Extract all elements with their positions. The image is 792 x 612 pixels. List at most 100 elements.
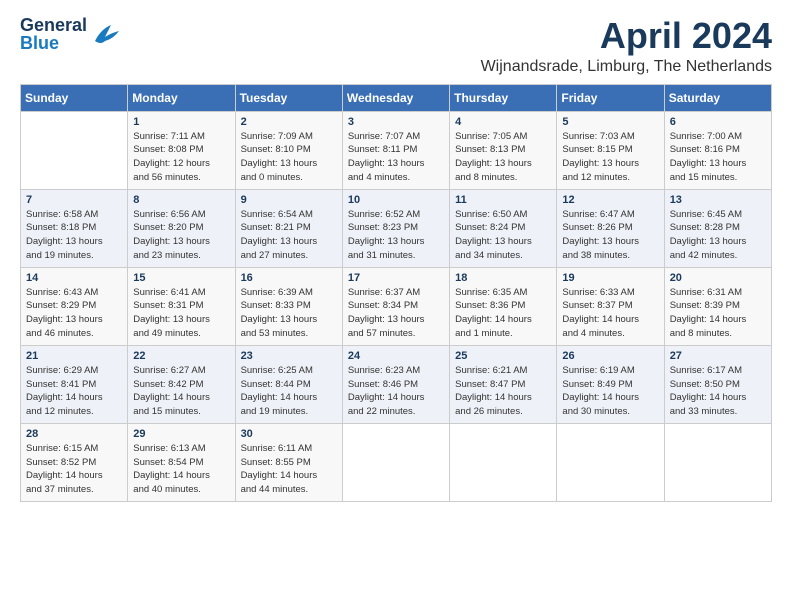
- day-info: Sunrise: 6:35 AMSunset: 8:36 PMDaylight:…: [455, 286, 551, 341]
- day-number: 16: [241, 272, 337, 284]
- day-number: 15: [133, 272, 229, 284]
- day-number: 9: [241, 194, 337, 206]
- day-number: 1: [133, 116, 229, 128]
- calendar-cell: 13 Sunrise: 6:45 AMSunset: 8:28 PMDayligh…: [664, 189, 771, 267]
- day-number: 26: [562, 350, 658, 362]
- day-number: 29: [133, 428, 229, 440]
- day-info: Sunrise: 6:41 AMSunset: 8:31 PMDaylight:…: [133, 286, 229, 341]
- weekday-header-thursday: Thursday: [450, 84, 557, 111]
- day-info: Sunrise: 7:03 AMSunset: 8:15 PMDaylight:…: [562, 130, 658, 185]
- day-number: 4: [455, 116, 551, 128]
- day-info: Sunrise: 6:50 AMSunset: 8:24 PMDaylight:…: [455, 208, 551, 263]
- calendar-week-row: 14Sunrise: 6:43 AMSunset: 8:29 PMDayligh…: [21, 267, 772, 345]
- day-info: Sunrise: 6:25 AMSunset: 8:44 PMDaylight:…: [241, 364, 337, 419]
- calendar-cell: 19Sunrise: 6:33 AMSunset: 8:37 PMDayligh…: [557, 267, 664, 345]
- calendar-cell: 30Sunrise: 6:11 AMSunset: 8:55 PMDayligh…: [235, 423, 342, 501]
- day-number: 23: [241, 350, 337, 362]
- day-info: Sunrise: 6:27 AMSunset: 8:42 PMDaylight:…: [133, 364, 229, 419]
- day-info: Sunrise: 6:19 AMSunset: 8:49 PMDaylight:…: [562, 364, 658, 419]
- day-number: 20: [670, 272, 766, 284]
- day-number: 13: [670, 194, 766, 206]
- day-number: 17: [348, 272, 444, 284]
- calendar-week-row: 21Sunrise: 6:29 AMSunset: 8:41 PMDayligh…: [21, 345, 772, 423]
- calendar-cell: 29 Sunrise: 6:13 AMSunset: 8:54 PMDayligh…: [128, 423, 235, 501]
- day-info: Sunrise: 7:00 AMSunset: 8:16 PMDaylight:…: [670, 130, 766, 185]
- logo-blue: Blue: [20, 34, 87, 52]
- day-number: 14: [26, 272, 122, 284]
- day-number: 27: [670, 350, 766, 362]
- calendar-cell: 10 Sunrise: 6:52 AMSunset: 8:23 PMDayligh…: [342, 189, 449, 267]
- calendar-week-row: 28 Sunrise: 6:15 AMSunset: 8:52 PMDayligh…: [21, 423, 772, 501]
- calendar-header: SundayMondayTuesdayWednesdayThursdayFrid…: [21, 84, 772, 111]
- day-info: Sunrise: 6:47 AMSunset: 8:26 PMDaylight:…: [562, 208, 658, 263]
- calendar-body: 1 Sunrise: 7:11 AMSunset: 8:08 PMDaylight…: [21, 111, 772, 501]
- day-info: Sunrise: 6:29 AMSunset: 8:41 PMDaylight:…: [26, 364, 122, 419]
- day-info: Sunrise: 7:11 AMSunset: 8:08 PMDaylight:…: [133, 130, 229, 185]
- day-info: Sunrise: 6:15 AMSunset: 8:52 PMDaylight:…: [26, 442, 122, 497]
- calendar-cell: 22 Sunrise: 6:27 AMSunset: 8:42 PMDayligh…: [128, 345, 235, 423]
- header: General Blue April 2024 Wijnandsrade, Li…: [20, 16, 772, 76]
- day-number: 7: [26, 194, 122, 206]
- weekday-header-saturday: Saturday: [664, 84, 771, 111]
- calendar-cell: 17 Sunrise: 6:37 AMSunset: 8:34 PMDayligh…: [342, 267, 449, 345]
- calendar-cell: 4 Sunrise: 7:05 AMSunset: 8:13 PMDaylight…: [450, 111, 557, 189]
- subtitle: Wijnandsrade, Limburg, The Netherlands: [481, 58, 772, 76]
- day-info: Sunrise: 6:23 AMSunset: 8:46 PMDaylight:…: [348, 364, 444, 419]
- day-info: Sunrise: 7:07 AMSunset: 8:11 PMDaylight:…: [348, 130, 444, 185]
- main-title: April 2024: [481, 16, 772, 56]
- day-info: Sunrise: 6:39 AMSunset: 8:33 PMDaylight:…: [241, 286, 337, 341]
- day-number: 24: [348, 350, 444, 362]
- day-number: 2: [241, 116, 337, 128]
- page: General Blue April 2024 Wijnandsrade, Li…: [0, 0, 792, 512]
- day-number: 19: [562, 272, 658, 284]
- day-info: Sunrise: 6:45 AMSunset: 8:28 PMDaylight:…: [670, 208, 766, 263]
- logo-bird-icon: [91, 23, 119, 45]
- weekday-header-wednesday: Wednesday: [342, 84, 449, 111]
- logo: General Blue: [20, 16, 119, 52]
- day-info: Sunrise: 6:13 AMSunset: 8:54 PMDaylight:…: [133, 442, 229, 497]
- day-info: Sunrise: 6:58 AMSunset: 8:18 PMDaylight:…: [26, 208, 122, 263]
- calendar-cell: 2 Sunrise: 7:09 AMSunset: 8:10 PMDaylight…: [235, 111, 342, 189]
- calendar-week-row: 7 Sunrise: 6:58 AMSunset: 8:18 PMDaylight…: [21, 189, 772, 267]
- calendar-cell: 15 Sunrise: 6:41 AMSunset: 8:31 PMDayligh…: [128, 267, 235, 345]
- day-number: 11: [455, 194, 551, 206]
- calendar-cell: 27 Sunrise: 6:17 AMSunset: 8:50 PMDayligh…: [664, 345, 771, 423]
- title-block: April 2024 Wijnandsrade, Limburg, The Ne…: [481, 16, 772, 76]
- day-number: 8: [133, 194, 229, 206]
- calendar-cell: 16 Sunrise: 6:39 AMSunset: 8:33 PMDayligh…: [235, 267, 342, 345]
- day-number: 12: [562, 194, 658, 206]
- day-number: 25: [455, 350, 551, 362]
- day-number: 3: [348, 116, 444, 128]
- day-info: Sunrise: 6:52 AMSunset: 8:23 PMDaylight:…: [348, 208, 444, 263]
- day-info: Sunrise: 6:56 AMSunset: 8:20 PMDaylight:…: [133, 208, 229, 263]
- day-info: Sunrise: 6:37 AMSunset: 8:34 PMDaylight:…: [348, 286, 444, 341]
- day-info: Sunrise: 6:31 AMSunset: 8:39 PMDaylight:…: [670, 286, 766, 341]
- day-number: 18: [455, 272, 551, 284]
- calendar-cell: 26 Sunrise: 6:19 AMSunset: 8:49 PMDayligh…: [557, 345, 664, 423]
- day-info: Sunrise: 7:05 AMSunset: 8:13 PMDaylight:…: [455, 130, 551, 185]
- calendar-cell: 6Sunrise: 7:00 AMSunset: 8:16 PMDaylight…: [664, 111, 771, 189]
- calendar-cell: 3 Sunrise: 7:07 AMSunset: 8:11 PMDaylight…: [342, 111, 449, 189]
- calendar-cell: [557, 423, 664, 501]
- calendar-cell: [450, 423, 557, 501]
- weekday-header-friday: Friday: [557, 84, 664, 111]
- calendar-cell: 12 Sunrise: 6:47 AMSunset: 8:26 PMDayligh…: [557, 189, 664, 267]
- calendar-week-row: 1 Sunrise: 7:11 AMSunset: 8:08 PMDaylight…: [21, 111, 772, 189]
- calendar-cell: 7 Sunrise: 6:58 AMSunset: 8:18 PMDaylight…: [21, 189, 128, 267]
- day-number: 10: [348, 194, 444, 206]
- weekday-header-row: SundayMondayTuesdayWednesdayThursdayFrid…: [21, 84, 772, 111]
- calendar-cell: [664, 423, 771, 501]
- calendar-cell: 20 Sunrise: 6:31 AMSunset: 8:39 PMDayligh…: [664, 267, 771, 345]
- calendar-cell: 23 Sunrise: 6:25 AMSunset: 8:44 PMDayligh…: [235, 345, 342, 423]
- day-number: 5: [562, 116, 658, 128]
- day-number: 28: [26, 428, 122, 440]
- day-info: Sunrise: 6:17 AMSunset: 8:50 PMDaylight:…: [670, 364, 766, 419]
- calendar-cell: 1 Sunrise: 7:11 AMSunset: 8:08 PMDaylight…: [128, 111, 235, 189]
- weekday-header-monday: Monday: [128, 84, 235, 111]
- day-info: Sunrise: 7:09 AMSunset: 8:10 PMDaylight:…: [241, 130, 337, 185]
- calendar-table: SundayMondayTuesdayWednesdayThursdayFrid…: [20, 84, 772, 502]
- day-info: Sunrise: 6:54 AMSunset: 8:21 PMDaylight:…: [241, 208, 337, 263]
- day-number: 22: [133, 350, 229, 362]
- calendar-cell: 21Sunrise: 6:29 AMSunset: 8:41 PMDayligh…: [21, 345, 128, 423]
- calendar-cell: 11 Sunrise: 6:50 AMSunset: 8:24 PMDayligh…: [450, 189, 557, 267]
